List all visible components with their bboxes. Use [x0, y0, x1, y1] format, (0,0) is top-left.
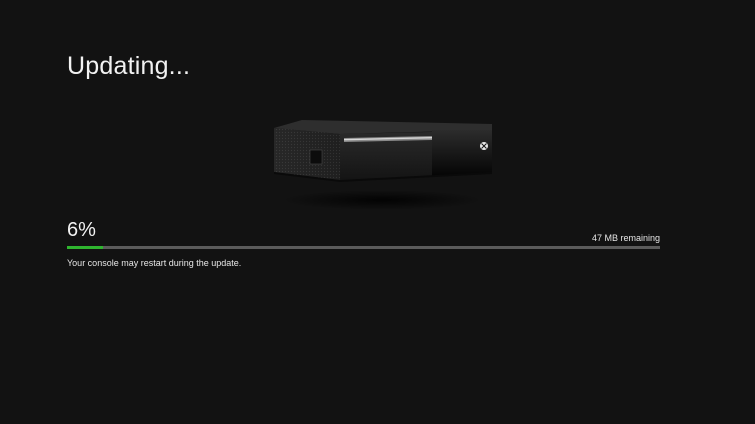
console-image — [260, 110, 500, 220]
page-title: Updating... — [67, 52, 191, 80]
progress-percent: 6% — [67, 219, 96, 241]
remaining-size-label: 47 MB remaining — [591, 233, 660, 243]
progress-bar-track — [67, 246, 660, 249]
progress-bar-fill — [67, 246, 103, 249]
restart-notice: Your console may restart during the upda… — [67, 258, 242, 268]
